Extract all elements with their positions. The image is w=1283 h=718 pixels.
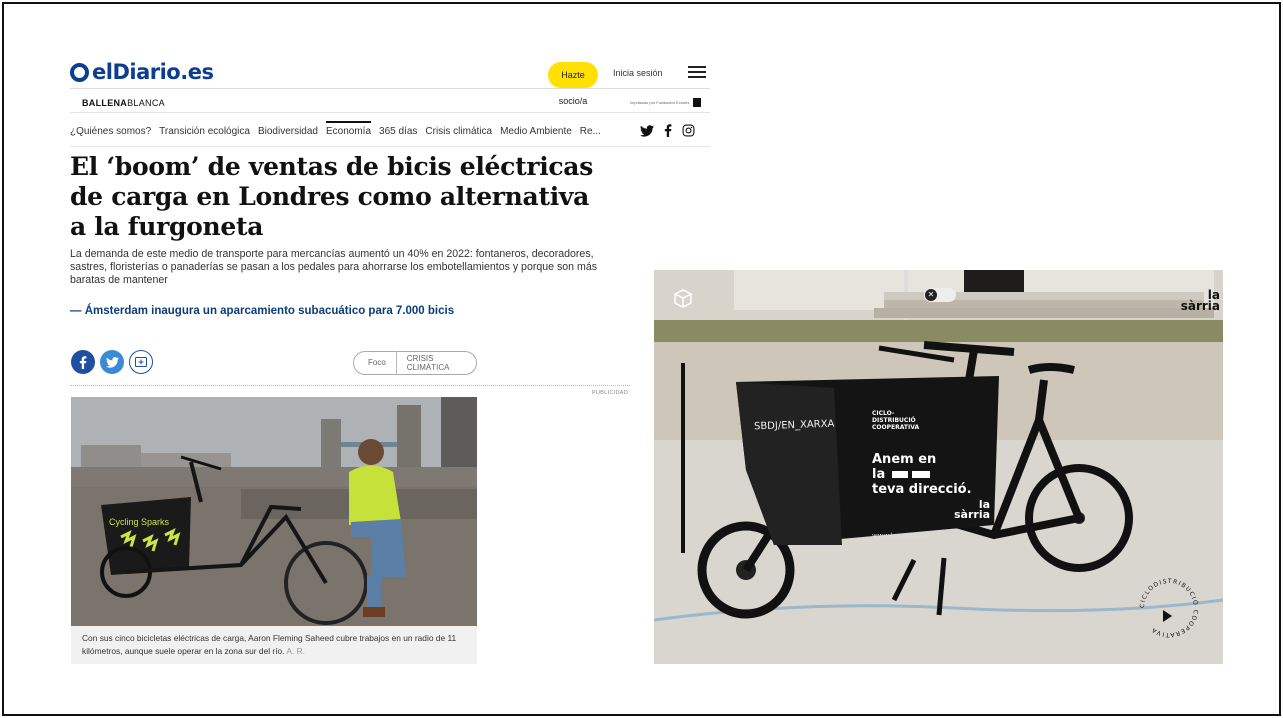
nav-item-transicion-ecologica[interactable]: Transición ecológica [159, 126, 250, 137]
box-url: www.lasarria.cat [872, 532, 930, 540]
photo-credit: A. R. [286, 645, 306, 656]
nav-item-quienes-somos[interactable]: ¿Quiénes somos? [70, 126, 151, 137]
photo-caption: Con sus cinco bicicletas eléctricas de c… [82, 633, 457, 656]
login-link[interactable]: Inicia sesión [613, 68, 663, 78]
section-nav: ¿Quiénes somos? Transición ecológica Bio… [70, 121, 601, 137]
ad-close-toggle[interactable]: ✕ [924, 288, 956, 302]
advertisement-video[interactable]: SBDJ/EN_XARXA CICLO- DISTRIBUCIÓ COOPERATI… [654, 270, 1223, 664]
share-buttons [71, 350, 153, 374]
ad-brand-logo[interactable]: la sàrria [1181, 289, 1220, 312]
cargo-box: Cycling Sparks [101, 497, 191, 575]
related-article-link[interactable]: — Ámsterdam inaugura un aparcamiento sub… [70, 305, 454, 317]
badge-text: CICLODISTRIBUCIÓ COOPERATIVA [1139, 578, 1198, 638]
box-slogan: Anem en la teva direcció. [872, 452, 972, 497]
share-facebook-button[interactable] [71, 350, 95, 374]
logo-text: elDiario.es [92, 60, 214, 84]
twitter-icon[interactable] [640, 124, 654, 137]
box-icon[interactable] [672, 287, 694, 314]
nav-item-biodiversidad[interactable]: Biodiversidad [258, 126, 318, 137]
social-links [640, 124, 695, 137]
facebook-icon [79, 355, 87, 369]
divider [70, 88, 710, 89]
save-article-button[interactable] [129, 350, 153, 374]
subscribe-button[interactable]: Hazte socio/a [548, 62, 598, 106]
sponsor-logo-icon [693, 98, 702, 107]
bookmark-plus-icon [135, 357, 147, 367]
focus-tag: Foco CRISIS CLIMÁTICA [353, 351, 477, 375]
article-headline: El ‘boom’ de ventas de bicis eléctricas … [70, 152, 593, 241]
divider [70, 146, 710, 147]
twitter-icon [105, 356, 119, 368]
play-icon[interactable] [1163, 610, 1172, 622]
logo-ring-icon [70, 62, 89, 82]
nav-item-crisis-climatica[interactable]: Crisis climática [425, 126, 492, 137]
ad-label: PUBLICIDAD [592, 390, 629, 396]
facebook-icon[interactable] [664, 124, 672, 137]
box-brand: la sàrria [954, 498, 991, 521]
close-icon: ✕ [925, 289, 937, 301]
focus-label: Foco [354, 351, 397, 375]
ad-progress-bar [681, 363, 685, 553]
instagram-icon[interactable] [682, 124, 695, 137]
focus-tag-link[interactable]: CRISIS CLIMÁTICA [397, 354, 476, 372]
article-photo: Cycling Sparks [71, 397, 477, 626]
divider [70, 385, 630, 386]
divider [70, 112, 710, 113]
nav-item-economia[interactable]: Economía [326, 121, 372, 137]
cooperative-badge: CICLODISTRIBUCIÓ COOPERATIVA [1139, 578, 1199, 638]
nav-item-more[interactable]: Re... [580, 126, 601, 137]
menu-icon[interactable] [688, 66, 706, 78]
sponsor-badge[interactable]: impulsado por Fundación Ecodes [630, 98, 702, 107]
site-logo[interactable]: elDiario.es [70, 60, 214, 84]
nav-item-365-dias[interactable]: 365 días [379, 126, 417, 137]
article-lead: La demanda de este medio de transporte p… [70, 248, 598, 286]
nav-item-medio-ambiente[interactable]: Medio Ambiente [500, 126, 572, 137]
sponsor-text: impulsado por Fundación Ecodes [630, 100, 690, 105]
section-brand[interactable]: BALLENABLANCA [82, 98, 165, 108]
share-twitter-button[interactable] [100, 350, 124, 374]
svg-text:CICLODISTRIBUCIÓ COOPERATIVA: CICLODISTRIBUCIÓ COOPERATIVA [1139, 578, 1199, 638]
cargo-box-sign: Cycling Sparks [109, 517, 170, 527]
box-small-text: CICLO- DISTRIBUCIÓ COOPERATIVA [872, 410, 920, 431]
